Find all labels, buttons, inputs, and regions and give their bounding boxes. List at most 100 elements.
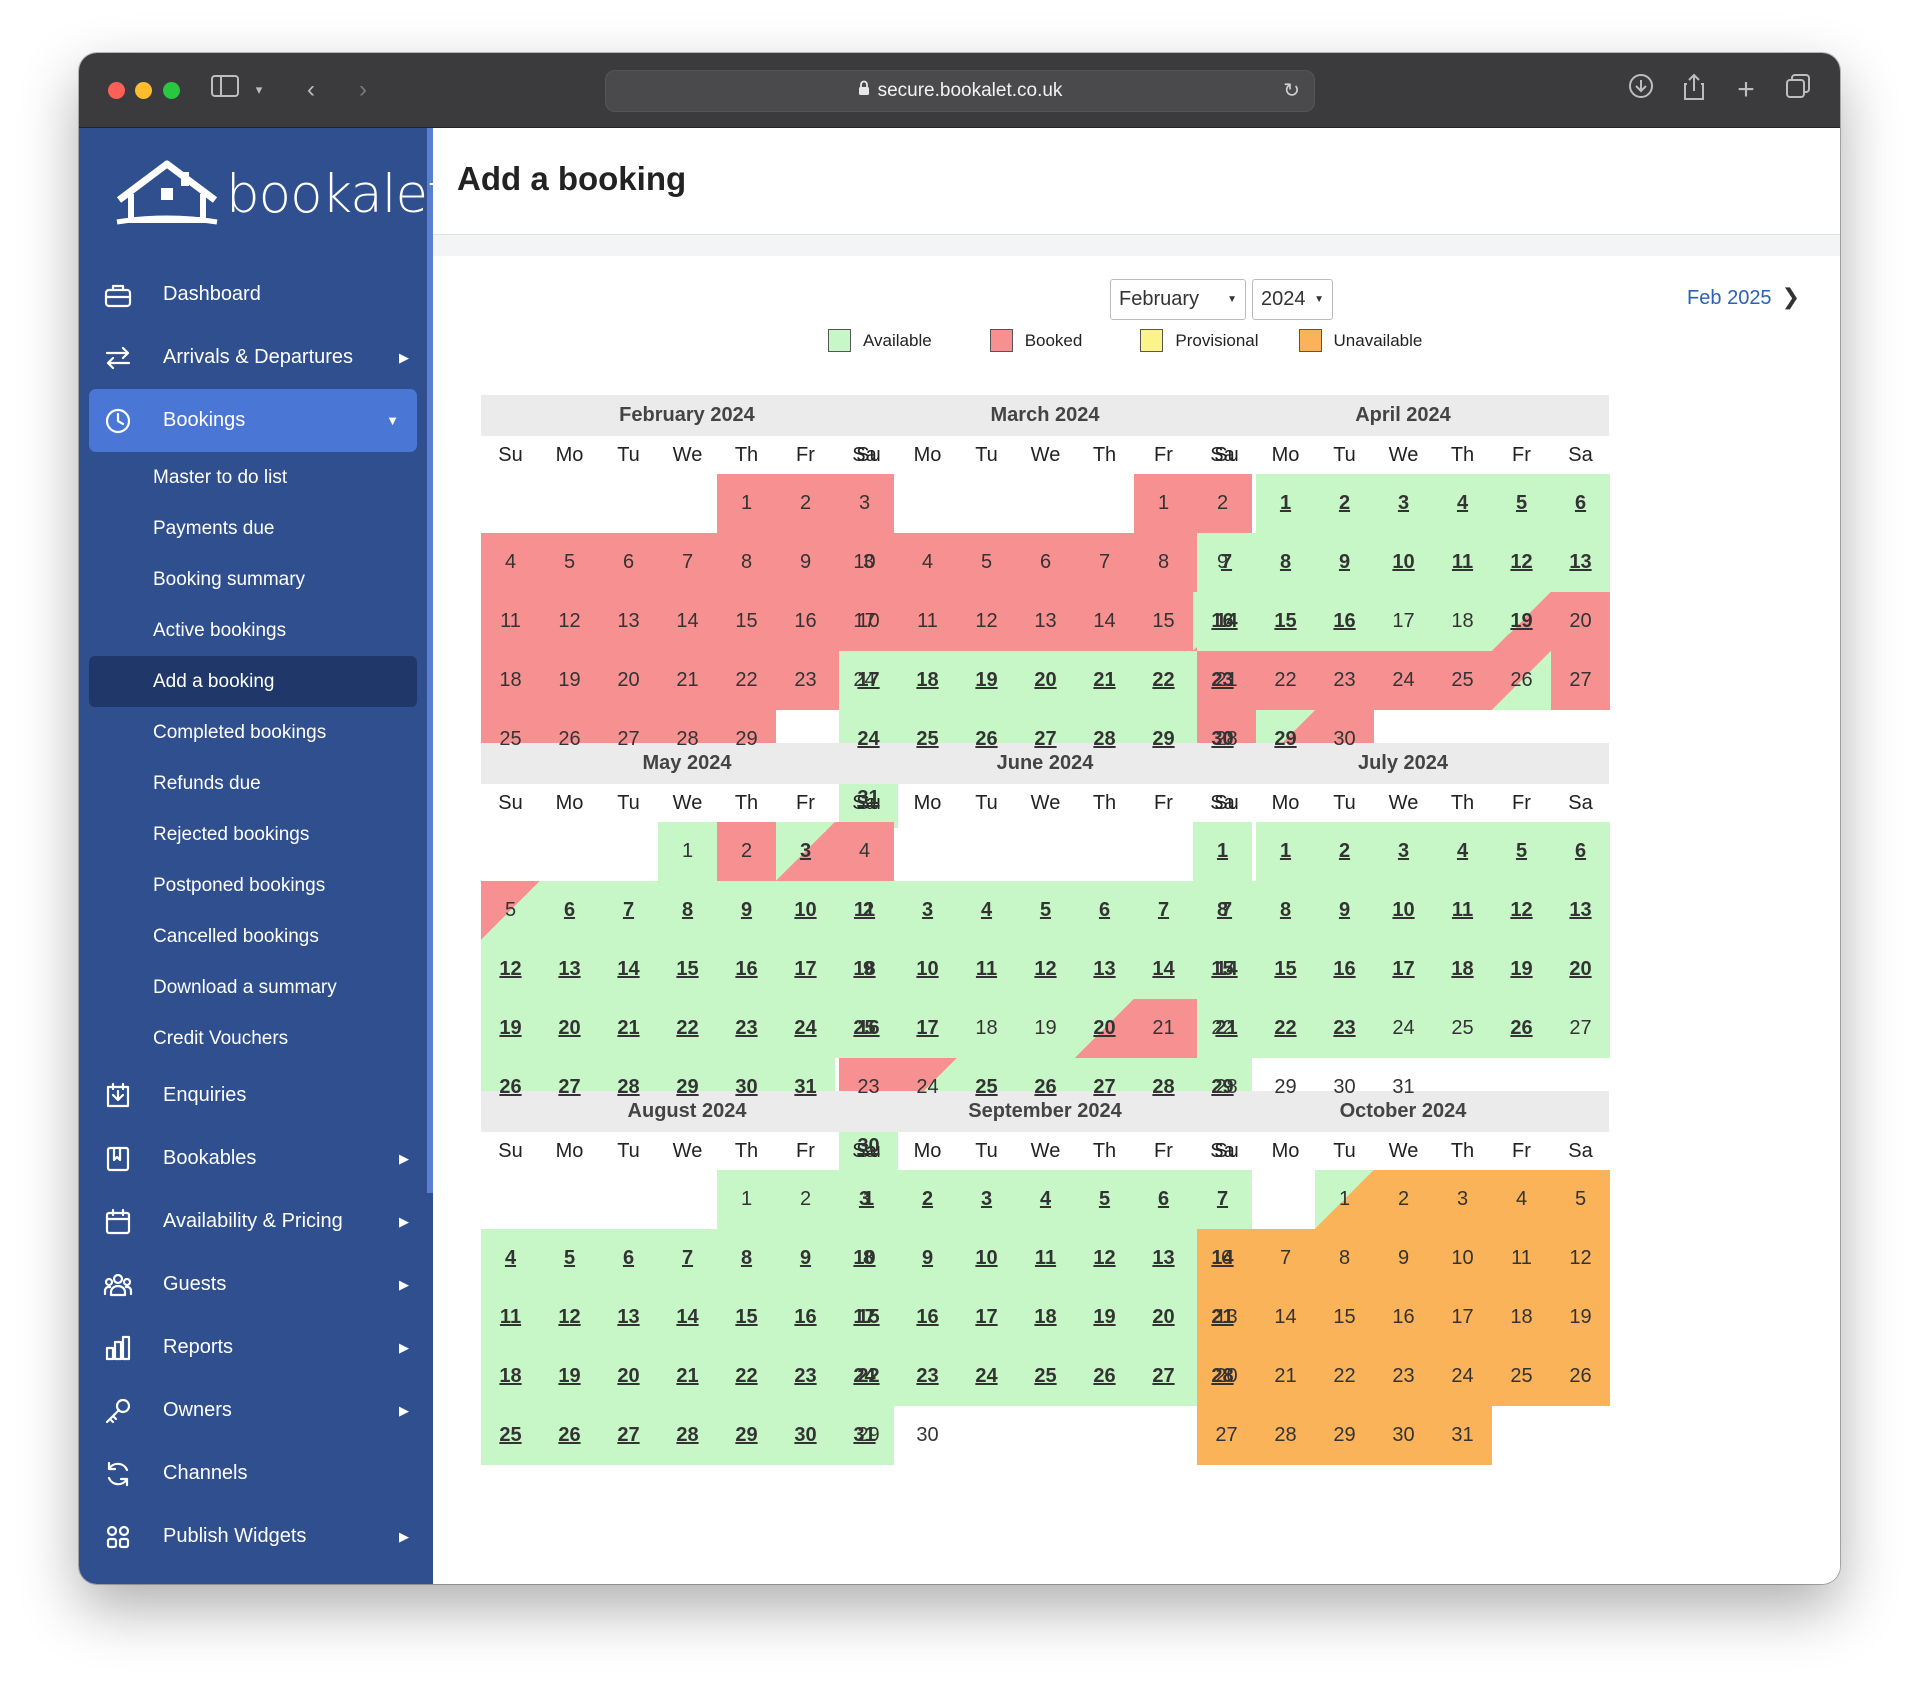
calendar-day[interactable]: 10 [1374,881,1433,940]
address-bar[interactable]: secure.bookalet.co.uk ↻ [605,70,1315,112]
calendar-day[interactable]: 20 [1075,999,1134,1058]
calendar-day[interactable]: 14 [1134,940,1193,999]
calendar-day[interactable]: 12 [1016,940,1075,999]
sidebar-item-arrivals-departures[interactable]: Arrivals & Departures ▶ [79,326,427,389]
calendar-day[interactable]: 19 [1492,592,1551,651]
calendar-day[interactable]: 3 [776,822,835,881]
calendar-day[interactable]: 20 [1551,940,1610,999]
calendar-day[interactable]: 7 [1197,533,1256,592]
calendar-day[interactable]: 11 [481,1288,540,1347]
calendar-day[interactable]: 16 [1315,592,1374,651]
reload-icon[interactable]: ↻ [1283,71,1300,111]
calendar-day[interactable]: 12 [1492,533,1551,592]
calendar-day[interactable]: 9 [717,881,776,940]
calendar-day[interactable]: 26 [1492,999,1551,1058]
calendar-day[interactable]: 20 [1134,1288,1193,1347]
sidebar-subitem-cancelled-bookings[interactable]: Cancelled bookings [79,911,427,962]
calendar-day[interactable]: 28 [658,1406,717,1465]
calendar-day[interactable]: 4 [1433,822,1492,881]
calendar-day[interactable]: 25 [1016,1347,1075,1406]
calendar-day[interactable]: 15 [1256,592,1315,651]
calendar-day[interactable]: 16 [898,1288,957,1347]
calendar-day[interactable]: 27 [599,1406,658,1465]
calendar-day[interactable]: 2 [898,1170,957,1229]
new-tab-icon[interactable]: + [1731,73,1761,107]
chevron-down-icon[interactable]: ▾ [249,73,269,107]
calendar-day[interactable]: 23 [898,1347,957,1406]
calendar-day[interactable]: 6 [1551,474,1610,533]
calendar-day[interactable]: 24 [776,999,835,1058]
calendar-day[interactable]: 15 [658,940,717,999]
calendar-day[interactable]: 5 [540,1229,599,1288]
sidebar-subitem-download-a-summary[interactable]: Download a summary [79,962,427,1013]
zoom-window-button[interactable] [163,82,180,99]
calendar-day[interactable]: 27 [1134,1347,1193,1406]
calendar-day[interactable]: 3 [1374,474,1433,533]
calendar-day[interactable]: 1 [839,1170,898,1229]
calendar-day[interactable]: 14 [599,940,658,999]
sidebar-item-guests[interactable]: Guests ▶ [79,1253,427,1316]
calendar-day[interactable]: 22 [839,1347,898,1406]
calendar-day[interactable]: 29 [717,1406,776,1465]
calendar-day[interactable]: 5 [1016,881,1075,940]
calendar-day[interactable]: 4 [1016,1170,1075,1229]
calendar-day[interactable]: 26 [1075,1347,1134,1406]
calendar-day[interactable]: 4 [481,1229,540,1288]
sidebar-subitem-payments-due[interactable]: Payments due [79,503,427,554]
calendar-day[interactable]: 21 [1075,651,1134,710]
minimize-window-button[interactable] [135,82,152,99]
calendar-day[interactable]: 12 [540,1288,599,1347]
calendar-day[interactable]: 8 [658,881,717,940]
calendar-day[interactable]: 7 [1134,881,1193,940]
calendar-day[interactable]: 1 [1256,822,1315,881]
calendar-day[interactable]: 6 [540,881,599,940]
calendar-day[interactable]: 3 [957,1170,1016,1229]
sidebar-subitem-master-to-do-list[interactable]: Master to do list [79,452,427,503]
calendar-day[interactable]: 5 [1492,474,1551,533]
calendar-day[interactable]: 11 [1016,1229,1075,1288]
calendar-day[interactable]: 6 [599,1229,658,1288]
calendar-day[interactable]: 13 [540,940,599,999]
calendar-day[interactable]: 10 [898,940,957,999]
calendar-day[interactable]: 14 [1197,940,1256,999]
sidebar-item-enquiries[interactable]: Enquiries [79,1064,427,1127]
calendar-day[interactable]: 8 [717,1229,776,1288]
calendar-day[interactable]: 7 [1197,881,1256,940]
calendar-day[interactable]: 18 [1433,940,1492,999]
calendar-day[interactable]: 16 [1315,940,1374,999]
calendar-day[interactable]: 11 [957,940,1016,999]
calendar-day[interactable]: 13 [1075,940,1134,999]
calendar-day[interactable]: 13 [599,1288,658,1347]
calendar-day[interactable]: 10 [957,1229,1016,1288]
sidebar-subitem-add-a-booking[interactable]: Add a booking [89,656,417,707]
download-icon[interactable] [1626,73,1656,107]
calendar-day[interactable]: 20 [599,1347,658,1406]
calendar-day[interactable]: 2 [839,881,898,940]
next-year-link[interactable]: Feb 2025 ❯ [1687,284,1800,310]
calendar-day[interactable]: 13 [1134,1229,1193,1288]
calendar-day[interactable]: 16 [839,999,898,1058]
calendar-day[interactable]: 4 [1433,474,1492,533]
calendar-day[interactable]: 3 [898,881,957,940]
year-select[interactable]: 2024 ▼ [1252,279,1333,320]
calendar-day[interactable]: 13 [1551,881,1610,940]
calendar-day[interactable]: 9 [776,1229,835,1288]
calendar-day[interactable]: 16 [717,940,776,999]
sidebar-subitem-completed-bookings[interactable]: Completed bookings [79,707,427,758]
sidebar-toggle-icon[interactable] [209,73,241,107]
calendar-day[interactable]: 19 [1492,940,1551,999]
calendar-day[interactable]: 17 [957,1288,1016,1347]
calendar-day[interactable]: 19 [957,651,1016,710]
calendar-day[interactable]: 9 [1315,533,1374,592]
calendar-day[interactable]: 18 [481,1347,540,1406]
calendar-day[interactable]: 17 [898,999,957,1058]
sidebar-item-dashboard[interactable]: Dashboard [79,263,427,326]
calendar-day[interactable]: 26 [540,1406,599,1465]
calendar-day[interactable]: 4 [957,881,1016,940]
calendar-day[interactable]: 15 [839,1288,898,1347]
share-icon[interactable] [1679,73,1709,107]
calendar-day[interactable]: 2 [1315,474,1374,533]
calendar-day[interactable]: 9 [839,940,898,999]
calendar-day[interactable]: 12 [481,940,540,999]
calendar-day[interactable]: 18 [1016,1288,1075,1347]
